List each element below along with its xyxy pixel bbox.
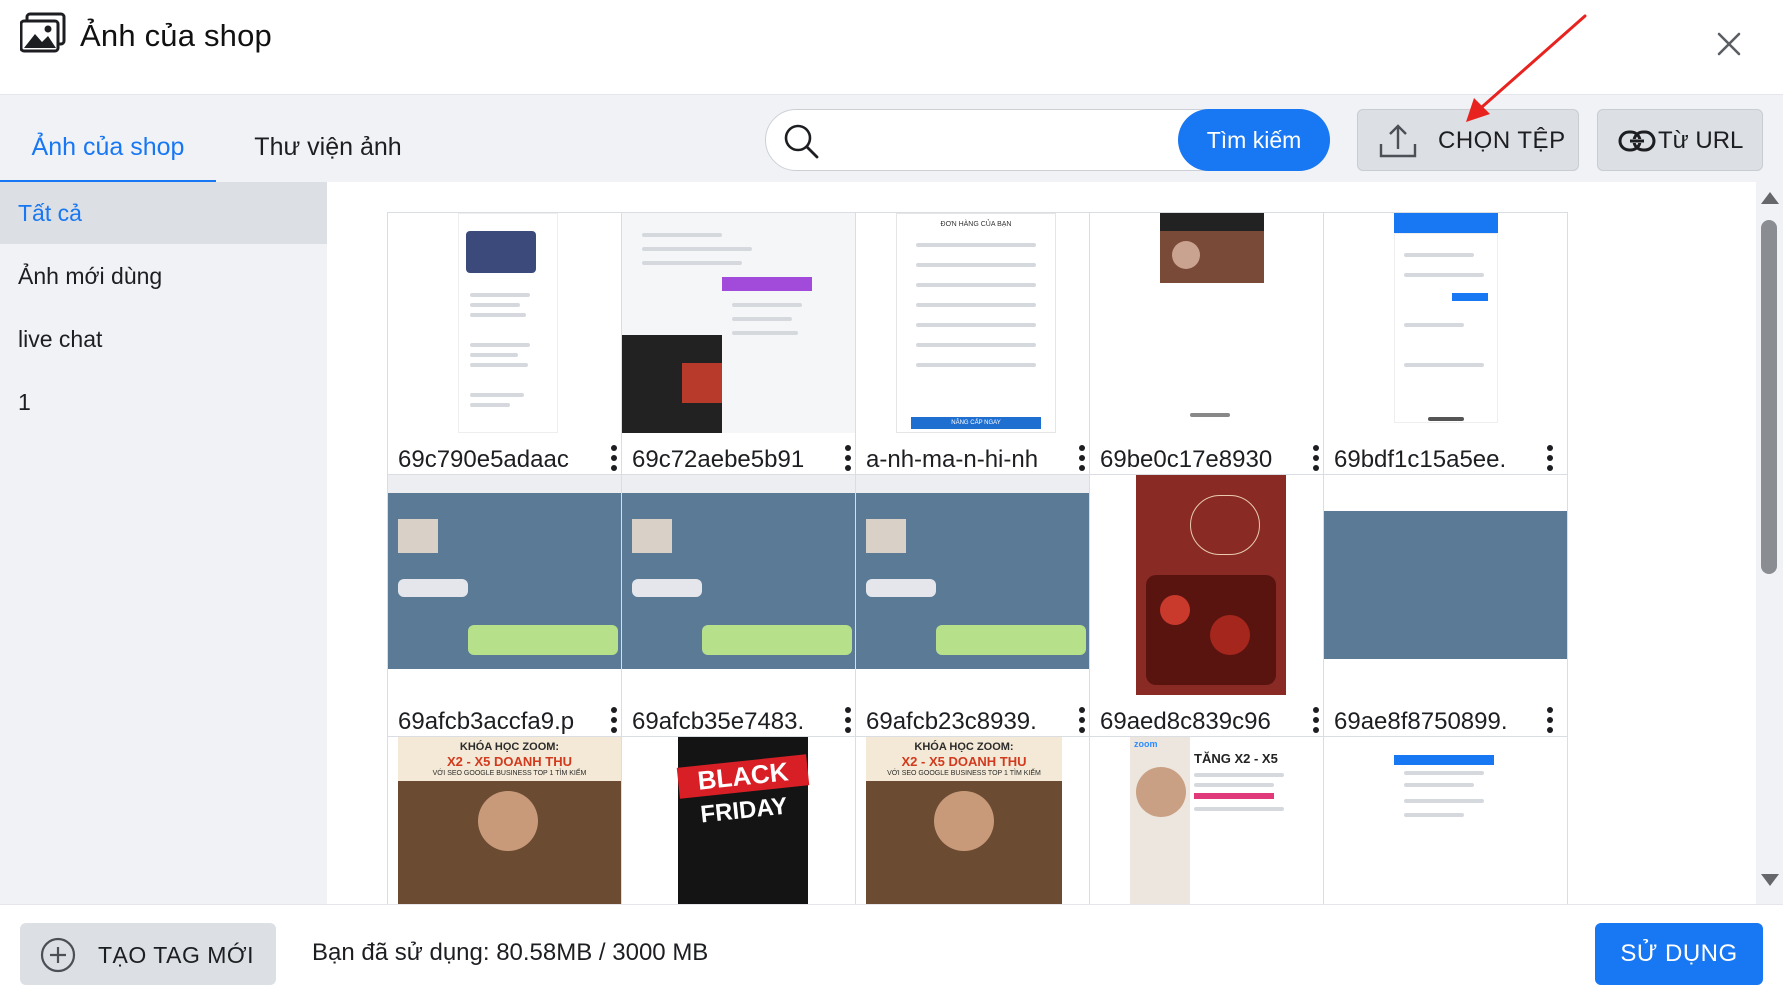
tag-sidebar: Tất cả Ảnh mới dùng live chat 1	[0, 182, 327, 904]
image-card[interactable]: 69aed8c839c96	[1089, 474, 1334, 750]
scroll-up-arrow-icon[interactable]	[1761, 192, 1779, 204]
image-grid: 69c790e5adaac 69c72aebe5b91 ĐƠN HÀNG CỦA…	[327, 182, 1756, 904]
scroll-down-arrow-icon[interactable]	[1761, 874, 1779, 886]
link-icon	[1618, 130, 1656, 152]
choose-file-label: CHỌN TỆP	[1438, 127, 1566, 154]
thumb-course-line-1: KHÓA HỌC ZOOM:	[459, 741, 560, 753]
order-title: ĐƠN HÀNG CỦA BẠN	[940, 221, 1012, 228]
toolbar: Ảnh của shop Thư viện ảnh Tìm kiếm CHỌN …	[0, 94, 1783, 183]
image-thumbnail[interactable]	[1324, 475, 1567, 695]
image-card[interactable]: KHÓA HỌC ZOOM: X2 - X5 DOANH THU VỚI SEO…	[387, 736, 632, 904]
modal-header: Ảnh của shop	[0, 0, 1783, 94]
sidebar-item-all[interactable]: Tất cả	[0, 182, 327, 244]
image-card[interactable]: 69afcb35e7483.	[621, 474, 866, 750]
order-upgrade-button: NÂNG CẤP NGAY	[911, 417, 1041, 429]
image-thumbnail[interactable]	[622, 213, 865, 433]
more-options-icon[interactable]	[1077, 707, 1087, 739]
image-thumbnail[interactable]	[1090, 475, 1333, 695]
image-card[interactable]: 69c790e5adaac	[387, 212, 632, 488]
image-thumbnail[interactable]	[388, 213, 631, 433]
image-card[interactable]: ĐƠN HÀNG CỦA BẠN NÂNG CẤP NGAY a-nh-ma-n…	[855, 212, 1100, 488]
search-icon	[784, 124, 819, 159]
more-options-icon[interactable]	[843, 707, 853, 739]
close-icon[interactable]	[1715, 30, 1743, 58]
sidebar-item-1[interactable]: 1	[0, 371, 327, 433]
thumb-course-line-1: KHÓA HỌC ZOOM:	[914, 741, 1014, 753]
more-options-icon[interactable]	[1545, 445, 1555, 477]
create-tag-button[interactable]: TẠO TAG MỚI	[20, 923, 276, 985]
modal-footer: TẠO TAG MỚI Bạn đã sử dụng: 80.58MB / 30…	[0, 904, 1783, 1006]
thumb-course-line-2: X2 - X5 DOANH THU	[901, 754, 1027, 769]
image-thumbnail[interactable]: KHÓA HỌC ZOOM: X2 - X5 DOANH THU VỚI SEO…	[856, 737, 1099, 904]
image-card[interactable]: 69afcb3accfa9.p	[387, 474, 632, 750]
thumb-course-line-2: X2 - X5 DOANH THU	[447, 754, 572, 769]
image-thumbnail[interactable]	[622, 475, 865, 695]
image-card[interactable]: zoom TĂNG X2 - X5	[1089, 736, 1334, 904]
use-button[interactable]: SỬ DỤNG	[1595, 923, 1763, 985]
image-card[interactable]: 69be0c17e8930	[1089, 212, 1334, 488]
more-options-icon[interactable]	[1311, 707, 1321, 739]
grid-scrollbar[interactable]	[1756, 182, 1783, 904]
upload-icon	[1379, 124, 1417, 158]
add-circle-icon	[40, 937, 76, 973]
search-button[interactable]: Tìm kiếm	[1178, 109, 1330, 171]
storage-usage: Bạn đã sử dụng: 80.58MB / 3000 MB	[312, 939, 709, 966]
tab-image-library[interactable]: Thư viện ảnh	[230, 95, 426, 183]
tab-shop-images[interactable]: Ảnh của shop	[0, 95, 216, 183]
thumb-course-line-3: VỚI SEO GOOGLE BUSINESS TOP 1 TÌM KIẾM	[887, 770, 1041, 777]
image-thumbnail[interactable]	[1324, 737, 1567, 904]
choose-file-button[interactable]: CHỌN TỆP	[1357, 109, 1579, 171]
thumb-course-line-3: VỚI SEO GOOGLE BUSINESS TOP 1 TÌM KIẾM	[432, 770, 587, 777]
image-card[interactable]: 69afcb23c8939.	[855, 474, 1100, 750]
image-thumbnail[interactable]: BLACK FRIDAY	[622, 737, 865, 904]
thumb-tang-text: TĂNG X2 - X5	[1194, 751, 1278, 766]
image-thumbnail[interactable]: ĐƠN HÀNG CỦA BẠN NÂNG CẤP NGAY	[856, 213, 1099, 433]
image-thumbnail[interactable]: KHÓA HỌC ZOOM: X2 - X5 DOANH THU VỚI SEO…	[388, 737, 631, 904]
thumb-zoom-logo: zoom	[1134, 739, 1158, 749]
more-options-icon[interactable]	[1077, 445, 1087, 477]
scrollbar-thumb[interactable]	[1761, 220, 1777, 574]
from-url-label: Từ URL	[1658, 127, 1744, 154]
image-card[interactable]: 69ae8f8750899.	[1323, 474, 1568, 750]
more-options-icon[interactable]	[843, 445, 853, 477]
image-card[interactable]: 69c72aebe5b91	[621, 212, 866, 488]
search-input[interactable]	[832, 122, 1132, 158]
create-tag-label: TẠO TAG MỚI	[98, 942, 254, 968]
image-picker-modal: Ảnh của shop Ảnh của shop Thư viện ảnh T…	[0, 0, 1783, 1006]
more-options-icon[interactable]	[1311, 445, 1321, 477]
sidebar-item-recent[interactable]: Ảnh mới dùng	[0, 245, 327, 307]
image-thumbnail[interactable]	[388, 475, 631, 695]
image-thumbnail[interactable]: zoom TĂNG X2 - X5	[1090, 737, 1333, 904]
more-options-icon[interactable]	[1545, 707, 1555, 739]
modal-title: Ảnh của shop	[80, 18, 272, 53]
sidebar-item-live-chat[interactable]: live chat	[0, 308, 327, 370]
image-thumbnail[interactable]	[1324, 213, 1567, 433]
image-card[interactable]: 69bdf1c15a5ee.	[1323, 212, 1568, 488]
more-options-icon[interactable]	[609, 445, 619, 477]
image-card[interactable]: KHÓA HỌC ZOOM: X2 - X5 DOANH THU VỚI SEO…	[855, 736, 1100, 904]
image-thumbnail[interactable]	[856, 475, 1099, 695]
image-card[interactable]	[1323, 736, 1568, 904]
image-card[interactable]: BLACK FRIDAY	[621, 736, 866, 904]
search-bar: Tìm kiếm	[765, 109, 1330, 171]
from-url-button[interactable]: Từ URL	[1597, 109, 1763, 171]
image-thumbnail[interactable]	[1090, 213, 1333, 433]
more-options-icon[interactable]	[609, 707, 619, 739]
image-gallery-icon	[20, 12, 66, 53]
